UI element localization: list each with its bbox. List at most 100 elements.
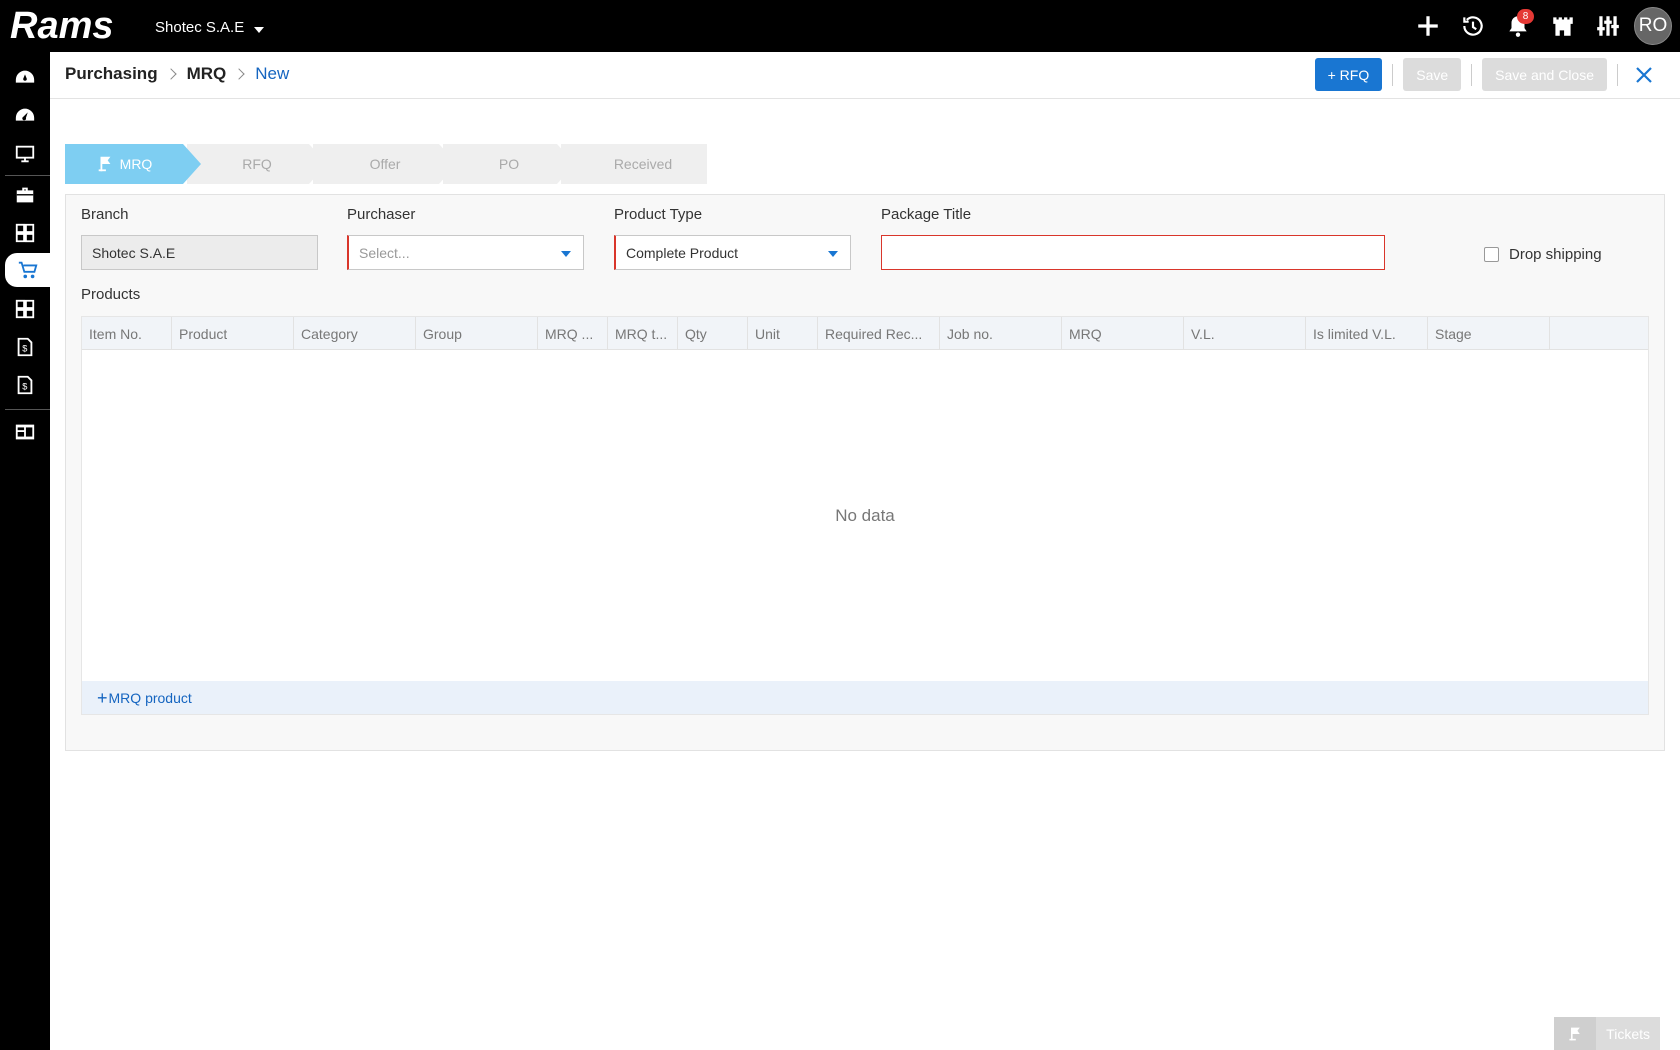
column-header[interactable]: Item No. (82, 317, 172, 350)
step-label: Offer (369, 156, 401, 172)
close-icon[interactable] (1628, 59, 1660, 91)
breadcrumb-mrq[interactable]: MRQ (187, 64, 227, 84)
divider (1617, 63, 1618, 86)
company-name: Shotec S.A.E (155, 19, 245, 36)
invoice-alt-icon: $ (17, 375, 33, 395)
purchaser-placeholder: Select... (359, 244, 410, 261)
page-header: Purchasing MRQ New + RFQ Save Save and C… (50, 52, 1680, 99)
sidebar-item-purchasing[interactable] (5, 253, 50, 287)
sidebar-item-invoice-alt[interactable]: $ (0, 368, 50, 402)
column-header[interactable]: Is limited V.L. (1306, 317, 1428, 350)
purchaser-select[interactable]: Select... (347, 235, 584, 270)
company-selector[interactable]: Shotec S.A.E (155, 19, 265, 36)
sidebar-item-dashboard[interactable] (0, 61, 50, 95)
workflow-stepper: MRQ RFQ Offer PO Received (65, 144, 707, 184)
castle-icon[interactable] (1540, 0, 1585, 52)
flag-icon (98, 156, 111, 172)
branch-field[interactable]: Shotec S.A.E (81, 235, 318, 270)
flag-icon (1554, 1017, 1597, 1050)
sidebar-item-layout[interactable] (0, 216, 50, 250)
breadcrumb: Purchasing MRQ New (65, 64, 289, 84)
chevron-down-icon (254, 27, 265, 33)
column-header[interactable]: MRQ t... (608, 317, 678, 350)
column-header[interactable]: Job no. (940, 317, 1062, 350)
checkbox-box[interactable] (1484, 247, 1499, 262)
branch-value: Shotec S.A.E (92, 244, 176, 261)
monitor-icon (15, 145, 35, 163)
purchaser-label: Purchaser (347, 206, 416, 223)
step-mrq[interactable]: MRQ (65, 144, 201, 184)
product-type-select[interactable]: Complete Product (614, 235, 851, 270)
step-label: PO (498, 156, 520, 172)
bell-icon[interactable]: 8 (1495, 0, 1540, 52)
invoice-icon: $ (17, 337, 33, 357)
sidebar-item-layout-alt[interactable] (0, 292, 50, 326)
top-bar: Rams Shotec S.A.E 8 RO (0, 0, 1680, 52)
svg-text:$: $ (22, 344, 27, 354)
step-received[interactable]: Received (561, 144, 707, 184)
branch-label: Branch (81, 206, 129, 223)
cart-icon (18, 261, 37, 279)
drop-shipping-checkbox[interactable]: Drop shipping (1484, 246, 1602, 263)
briefcase-icon (16, 187, 34, 203)
tickets-label: Tickets (1606, 1025, 1650, 1042)
sidebar-item-invoice[interactable]: $ (0, 330, 50, 364)
column-header[interactable]: MRQ (1062, 317, 1184, 350)
add-mrq-product-button[interactable]: + MRQ product (82, 681, 1648, 714)
column-header[interactable]: Group (416, 317, 538, 350)
product-type-value: Complete Product (626, 244, 739, 261)
chevron-right-icon (233, 68, 245, 80)
add-rfq-button[interactable]: + RFQ (1314, 58, 1383, 91)
sidebar-item-monitor[interactable] (0, 137, 50, 171)
layout-icon (15, 223, 35, 243)
step-rfq[interactable]: RFQ (187, 144, 327, 184)
sidebar-divider (5, 175, 50, 176)
grid-header: Item No. Product Category Group MRQ ... … (82, 317, 1648, 350)
mrq-form-panel: Branch Shotec S.A.E Purchaser Select... … (65, 194, 1665, 751)
sidebar-item-reports[interactable] (0, 415, 50, 449)
products-grid: Item No. Product Category Group MRQ ... … (81, 316, 1649, 715)
package-title-label: Package Title (881, 206, 972, 223)
chevron-right-icon (164, 68, 177, 80)
dashboard-icon (15, 70, 35, 83)
drop-shipping-label: Drop shipping (1509, 246, 1602, 263)
column-header[interactable]: V.L. (1184, 317, 1306, 350)
column-header[interactable]: Qty (678, 317, 748, 350)
save-and-close-button[interactable]: Save and Close (1482, 58, 1607, 91)
breadcrumb-purchasing[interactable]: Purchasing (65, 64, 158, 84)
rams-logo[interactable]: Rams (10, 5, 132, 45)
chevron-down-icon (561, 251, 571, 257)
column-header[interactable]: MRQ ... (538, 317, 608, 350)
column-header[interactable]: Unit (748, 317, 818, 350)
column-header[interactable]: Product (172, 317, 294, 350)
sidebar-item-dashboard-alt[interactable] (0, 99, 50, 133)
products-section-title: Products (81, 286, 141, 303)
add-mrq-product-label: MRQ product (108, 689, 192, 706)
step-po[interactable]: PO (443, 144, 575, 184)
divider (1392, 63, 1394, 86)
notification-badge: 8 (1517, 9, 1534, 24)
column-header[interactable]: Stage (1428, 317, 1550, 350)
product-type-label: Product Type (614, 206, 703, 223)
sidebar: $ $ (0, 52, 50, 1050)
add-icon[interactable] (1405, 0, 1450, 52)
dashboard-alt-icon (15, 108, 35, 121)
column-header (1550, 317, 1648, 350)
avatar[interactable]: RO (1634, 7, 1672, 45)
svg-text:$: $ (22, 382, 27, 392)
step-label: RFQ (242, 156, 272, 172)
tickets-button[interactable]: Tickets (1554, 1017, 1660, 1050)
column-header[interactable]: Required Rec... (818, 317, 940, 350)
empty-state: No data (835, 505, 895, 525)
history-icon[interactable] (1450, 0, 1495, 52)
sidebar-item-briefcase[interactable] (0, 178, 50, 212)
chevron-down-icon (828, 251, 838, 257)
reports-icon (15, 424, 35, 440)
layout-alt-icon (15, 299, 35, 319)
package-title-input[interactable] (881, 235, 1385, 270)
plus-icon: + (97, 687, 108, 708)
column-header[interactable]: Category (294, 317, 416, 350)
sliders-icon[interactable] (1585, 0, 1630, 52)
step-offer[interactable]: Offer (313, 144, 457, 184)
save-button[interactable]: Save (1403, 58, 1462, 91)
